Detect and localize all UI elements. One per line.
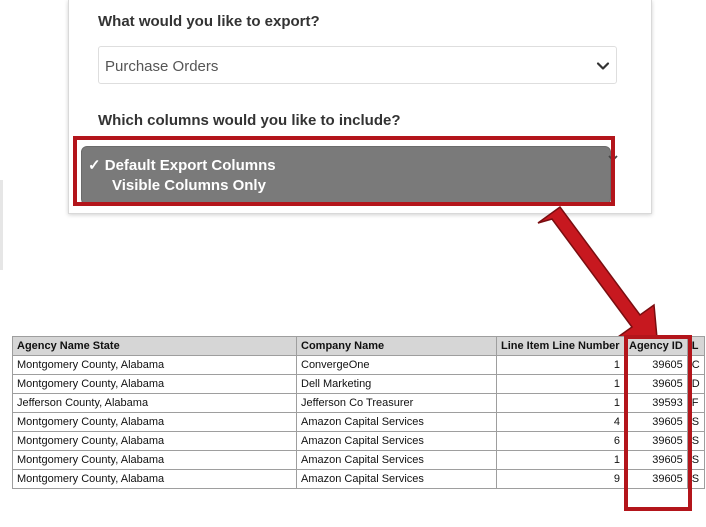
cell-agency-id: 39605 — [624, 355, 688, 375]
cell-line-number: 1 — [496, 450, 625, 470]
cell-agency-id: 39605 — [624, 469, 688, 489]
table-row: Montgomery County, Alabama Dell Marketin… — [12, 374, 705, 394]
cell-truncated: F — [686, 393, 705, 413]
cell-company: Amazon Capital Services — [296, 431, 497, 451]
cell-truncated: S — [686, 450, 705, 470]
cell-line-number: 1 — [496, 355, 625, 375]
export-question-label: What would you like to export? — [98, 13, 320, 30]
table-row: Jefferson County, Alabama Jefferson Co T… — [12, 393, 705, 413]
header-agency-id: Agency ID — [624, 336, 688, 356]
export-panel: What would you like to export? Purchase … — [68, 0, 652, 214]
cell-company: Dell Marketing — [296, 374, 497, 394]
cell-agency-id: 39593 — [624, 393, 688, 413]
cell-agency-id: 39605 — [624, 431, 688, 451]
header-agency-name-state: Agency Name State — [12, 336, 297, 356]
cell-truncated: S — [686, 412, 705, 432]
cell-company: Jefferson Co Treasurer — [296, 393, 497, 413]
header-line-item-line-number: Line Item Line Number — [496, 336, 625, 356]
cell-line-number: 1 — [496, 393, 625, 413]
cell-company: Amazon Capital Services — [296, 412, 497, 432]
export-type-value: Purchase Orders — [105, 58, 219, 75]
chevron-down-icon — [608, 155, 618, 162]
cell-agency: Montgomery County, Alabama — [12, 450, 297, 470]
cell-agency: Montgomery County, Alabama — [12, 431, 297, 451]
cell-agency-id: 39605 — [624, 374, 688, 394]
cell-line-number: 4 — [496, 412, 625, 432]
table-row: Montgomery County, Alabama Amazon Capita… — [12, 412, 705, 432]
header-company-name: Company Name — [296, 336, 497, 356]
left-edge-strip — [0, 180, 3, 270]
option-default-export-columns[interactable]: ✓ Default Export Columns — [88, 156, 276, 174]
cell-company: Amazon Capital Services — [296, 450, 497, 470]
table-row: Montgomery County, Alabama Amazon Capita… — [12, 469, 705, 489]
cell-truncated: C — [686, 355, 705, 375]
cell-line-number: 1 — [496, 374, 625, 394]
cell-line-number: 6 — [496, 431, 625, 451]
export-type-select[interactable]: Purchase Orders — [98, 46, 617, 84]
columns-question-label: Which columns would you like to include? — [98, 112, 401, 129]
option-visible-columns-only[interactable]: Visible Columns Only — [112, 177, 266, 194]
cell-truncated: S — [686, 469, 705, 489]
cell-line-number: 9 — [496, 469, 625, 489]
cell-agency: Montgomery County, Alabama — [12, 469, 297, 489]
chevron-down-icon — [596, 62, 610, 70]
header-truncated: L — [686, 336, 705, 356]
cell-company: ConvergeOne — [296, 355, 497, 375]
columns-dropdown-menu[interactable]: ✓ Default Export Columns Visible Columns… — [81, 146, 611, 205]
export-results-table: Agency Name State Company Name Line Item… — [12, 336, 705, 489]
cell-company: Amazon Capital Services — [296, 469, 497, 489]
cell-truncated: S — [686, 431, 705, 451]
table-row: Montgomery County, Alabama Amazon Capita… — [12, 431, 705, 451]
cell-agency: Montgomery County, Alabama — [12, 374, 297, 394]
table-row: Montgomery County, Alabama Amazon Capita… — [12, 450, 705, 470]
cell-agency: Jefferson County, Alabama — [12, 393, 297, 413]
cell-agency: Montgomery County, Alabama — [12, 412, 297, 432]
red-arrow-icon — [537, 205, 659, 345]
cell-agency-id: 39605 — [624, 450, 688, 470]
cell-agency-id: 39605 — [624, 412, 688, 432]
cell-agency: Montgomery County, Alabama — [12, 355, 297, 375]
table-header-row: Agency Name State Company Name Line Item… — [12, 336, 705, 356]
table-row: Montgomery County, Alabama ConvergeOne 1… — [12, 355, 705, 375]
cell-truncated: D — [686, 374, 705, 394]
